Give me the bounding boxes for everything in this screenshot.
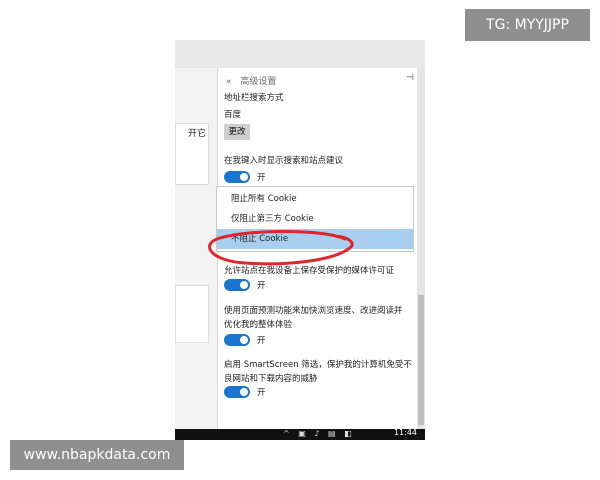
- address-bar-search-value: 百度: [224, 110, 242, 120]
- suggestions-label: 在我键入时显示搜索和站点建议: [224, 156, 344, 166]
- top-bar: [175, 40, 425, 68]
- smartscreen-label-line1: 启用 SmartScreen 筛选，保护我的计算机免受不: [224, 360, 412, 370]
- prediction-label-line1: 使用页面预测功能来加快浏览速度、改进阅读并: [224, 306, 403, 316]
- suggestions-toggle[interactable]: [224, 171, 250, 183]
- change-button[interactable]: 更改: [224, 124, 250, 140]
- cookie-option-block-all[interactable]: 阻止所有 Cookie: [217, 189, 413, 209]
- annotation-circle: [208, 230, 354, 266]
- taskbar-clock[interactable]: 11:44: [394, 428, 417, 437]
- site-watermark: www.nbapkdata.com: [10, 440, 184, 470]
- prediction-label-line2: 优化我的整体体验: [224, 320, 293, 330]
- media-license-state: 开: [257, 281, 266, 291]
- prediction-toggle[interactable]: [224, 334, 250, 346]
- pin-icon[interactable]: ⊣: [406, 73, 414, 83]
- panel-title: 高级设置: [240, 77, 277, 87]
- smartscreen-toggle[interactable]: [224, 386, 250, 398]
- left-card-bottom: [175, 285, 209, 343]
- prediction-state: 开: [257, 336, 266, 346]
- left-card-top: 开它: [175, 123, 209, 185]
- left-card-text: 开它: [187, 129, 206, 139]
- cookie-option-block-third-party[interactable]: 仅阻止第三方 Cookie: [217, 209, 413, 229]
- panel-header: « 高级设置: [226, 74, 276, 87]
- address-bar-search-label: 地址栏搜索方式: [224, 93, 284, 103]
- back-icon[interactable]: «: [226, 77, 232, 87]
- smartscreen-state: 开: [257, 388, 266, 398]
- suggestions-state: 开: [257, 173, 266, 183]
- tg-watermark: TG: MYYJJPP: [465, 9, 590, 41]
- scrollbar-thumb[interactable]: [418, 295, 424, 425]
- media-license-toggle[interactable]: [224, 279, 250, 291]
- tray-icons[interactable]: ^ ▣ ♪ ▤ ◧: [283, 429, 355, 438]
- smartscreen-label-line2: 良网站和下载内容的威胁: [224, 374, 318, 384]
- taskbar: ^ ▣ ♪ ▤ ◧ 11:44: [175, 428, 425, 440]
